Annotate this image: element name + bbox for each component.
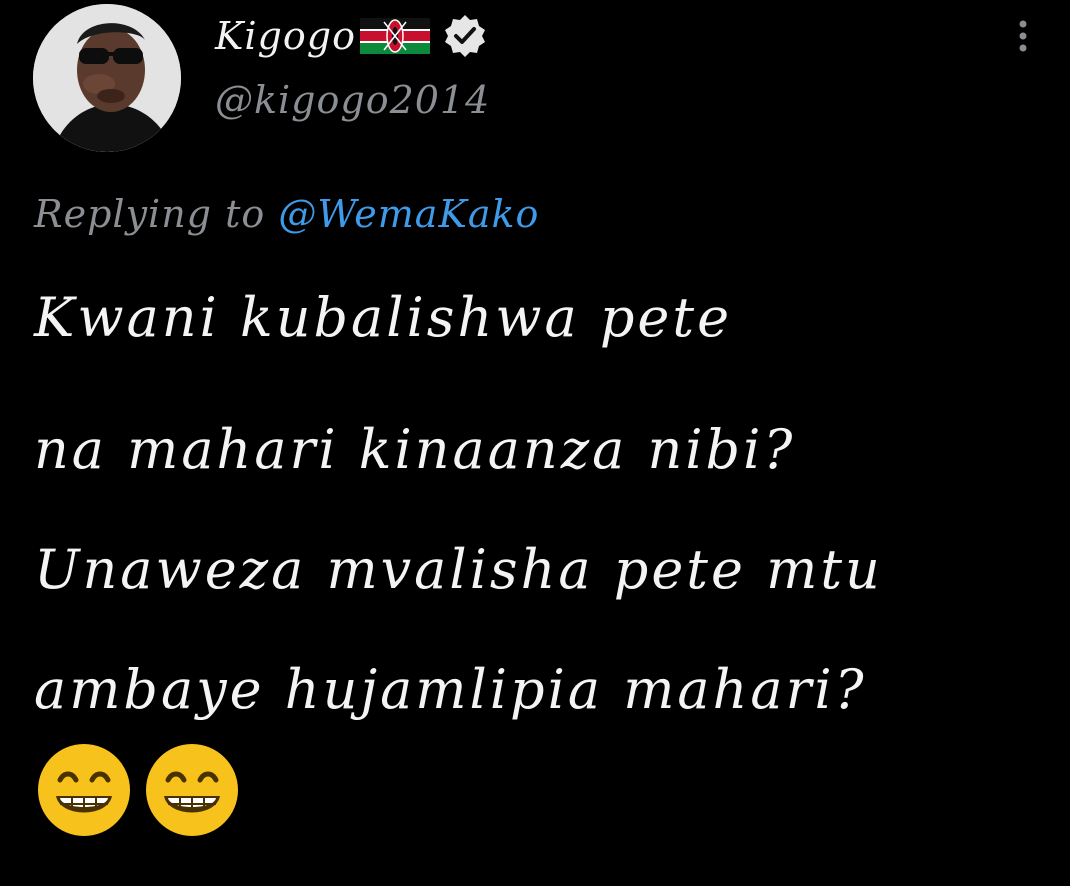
tweet-card: Kigogo @kigogo2014 Replying to @WemaKako… [0,0,1070,886]
author-name-row[interactable]: Kigogo [215,6,488,66]
verified-badge-icon [442,13,488,59]
avatar-photo-icon [33,4,181,152]
more-vertical-icon[interactable] [1008,16,1038,60]
grinning-face-icon [36,742,132,838]
grinning-face-icon [144,742,240,838]
avatar[interactable] [33,4,181,152]
tweet-text-line: ambaye hujamlipia mahari? [34,658,867,721]
tweet-text: Kwani kubalishwa pete na mahari kinaanza… [34,282,1044,750]
author-display-name[interactable]: Kigogo [215,14,356,58]
kenya-flag-icon [359,14,430,58]
replying-to-label: Replying to [34,192,266,236]
reply-mention-link[interactable]: @WemaKako [278,192,539,236]
emoji-row [36,742,240,838]
author-handle[interactable]: @kigogo2014 [215,78,490,122]
tweet-text-line: Unaweza mvalisha pete mtu [34,538,883,601]
replying-to-line: Replying to @WemaKako [34,192,539,236]
tweet-text-line: na mahari kinaanza nibi? [34,418,796,481]
tweet-text-line: Kwani kubalishwa pete [34,286,733,349]
